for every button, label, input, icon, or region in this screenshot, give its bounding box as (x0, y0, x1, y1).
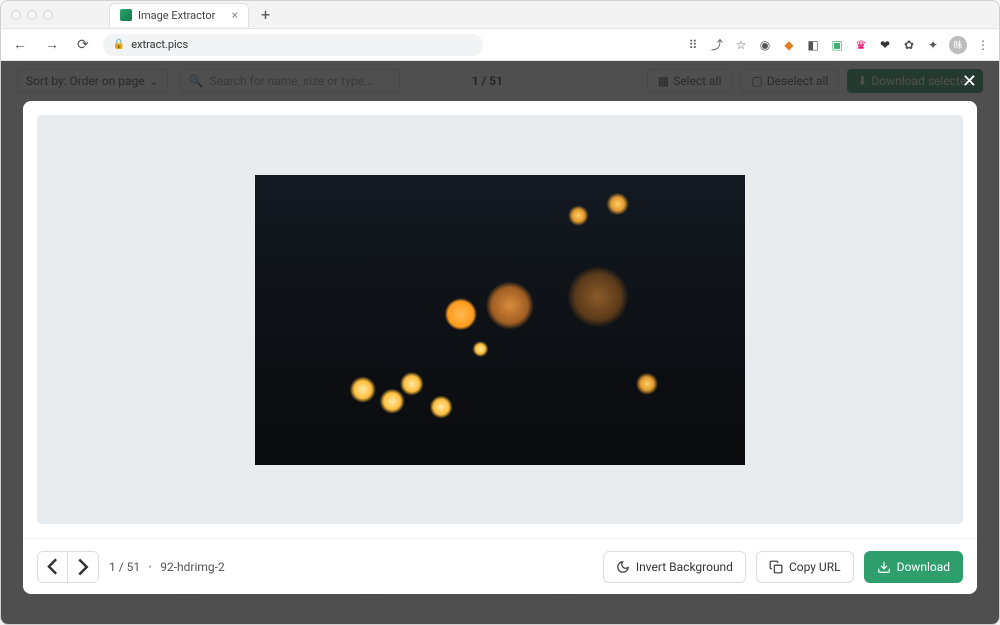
copy-label: Copy URL (789, 560, 841, 574)
traffic-lights (11, 10, 53, 20)
image-preview-modal: 1 / 51 • 92-hdrimg-2 Invert Background C… (23, 101, 977, 594)
close-tab-icon[interactable]: × (232, 8, 238, 22)
download-button[interactable]: Download (864, 551, 963, 583)
clipboard-icon (769, 560, 783, 574)
ext-icon-2[interactable]: ◧ (805, 37, 821, 53)
moon-icon (616, 560, 630, 574)
dot-separator: • (148, 560, 152, 574)
preview-image (255, 175, 745, 465)
prev-image-button[interactable] (38, 552, 68, 582)
extension-tray: ⠿ ⤴ ☆ ◉ ◆ ◧ ▣ ♛ ❤ ✿ ✦ 昧 ⋮ (685, 36, 991, 54)
modal-overlay[interactable]: ✕ 1 / 51 • 92-hdrimg-2 (1, 61, 999, 624)
address-bar[interactable]: 🔒 extract.pics (103, 34, 483, 56)
ext-icon-4[interactable]: ♛ (853, 37, 869, 53)
reload-button[interactable]: ⟳ (73, 35, 93, 55)
camera-icon[interactable]: ◉ (757, 37, 773, 53)
share-icon[interactable]: ⤴ (709, 37, 725, 53)
forward-button[interactable]: → (41, 34, 63, 55)
url-text: extract.pics (131, 38, 188, 51)
download-label: Download (897, 560, 950, 574)
browser-window: Image Extractor × + ← → ⟳ 🔒 extract.pics… (0, 0, 1000, 625)
ext-icon-6[interactable]: ✿ (901, 37, 917, 53)
star-icon[interactable]: ☆ (733, 37, 749, 53)
chevron-right-icon (68, 552, 98, 582)
invert-background-button[interactable]: Invert Background (603, 551, 746, 583)
file-name: 92-hdrimg-2 (160, 560, 225, 574)
download-icon (877, 560, 891, 574)
translate-icon[interactable]: ⠿ (685, 37, 701, 53)
ext-icon-1[interactable]: ◆ (781, 37, 797, 53)
new-tab-button[interactable]: + (261, 5, 270, 24)
lock-icon: 🔒 (113, 39, 125, 50)
chevron-left-icon (38, 552, 67, 581)
modal-footer: 1 / 51 • 92-hdrimg-2 Invert Background C… (23, 538, 977, 594)
extensions-puzzle-icon[interactable]: ✦ (925, 37, 941, 53)
file-meta: 1 / 51 • 92-hdrimg-2 (109, 560, 225, 574)
kebab-menu-icon[interactable]: ⋮ (975, 37, 991, 53)
favicon-icon (120, 9, 132, 21)
zoom-window-dot[interactable] (43, 10, 53, 20)
preview-area (37, 115, 963, 524)
image-counter: 1 / 51 (109, 560, 140, 574)
profile-avatar[interactable]: 昧 (949, 36, 967, 54)
tab-title: Image Extractor (138, 9, 215, 22)
close-window-dot[interactable] (11, 10, 21, 20)
close-modal-icon[interactable]: ✕ (962, 71, 977, 92)
copy-url-button[interactable]: Copy URL (756, 551, 854, 583)
window-titlebar: Image Extractor × + (1, 1, 999, 29)
ext-icon-5[interactable]: ❤ (877, 37, 893, 53)
minimize-window-dot[interactable] (27, 10, 37, 20)
back-button[interactable]: ← (9, 34, 31, 55)
next-image-button[interactable] (68, 552, 98, 582)
browser-toolbar: ← → ⟳ 🔒 extract.pics ⠿ ⤴ ☆ ◉ ◆ ◧ ▣ ♛ ❤ ✿… (1, 29, 999, 61)
ext-icon-3[interactable]: ▣ (829, 37, 845, 53)
invert-label: Invert Background (636, 560, 733, 574)
browser-tab[interactable]: Image Extractor × (109, 3, 249, 27)
nav-button-group (37, 551, 99, 583)
